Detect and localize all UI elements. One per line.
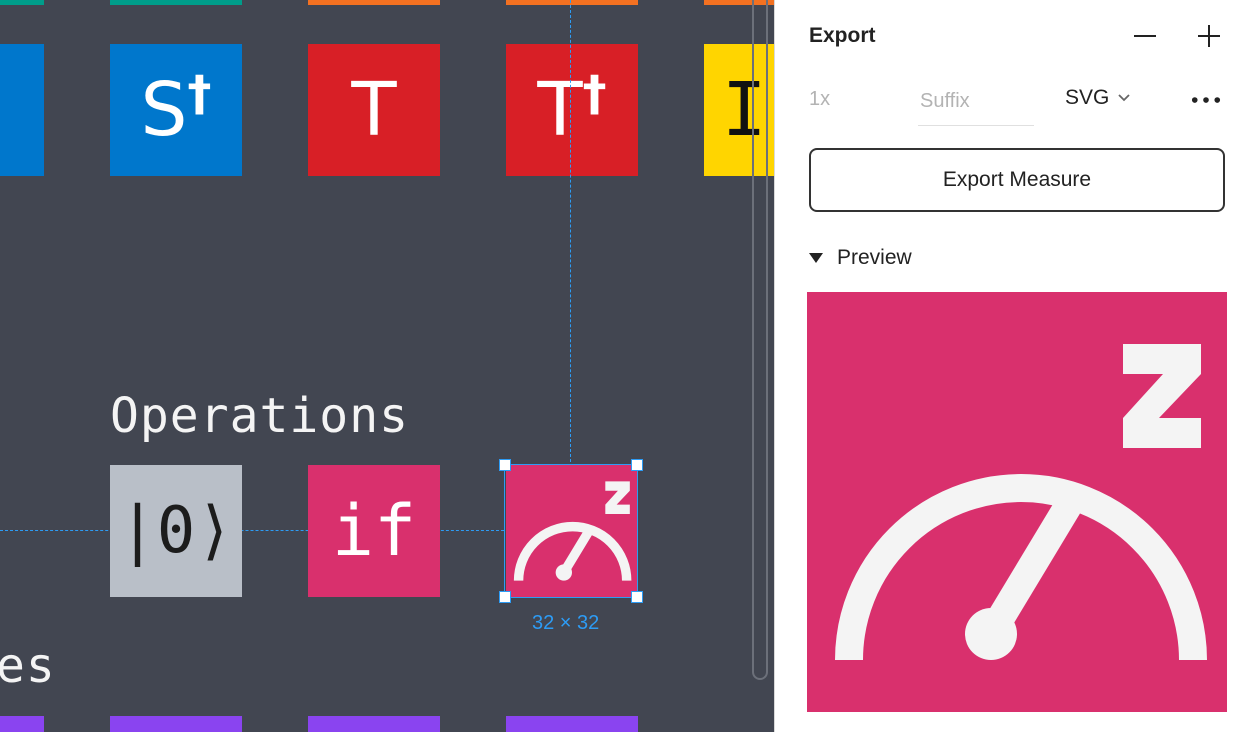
export-button[interactable]: Export Measure (809, 148, 1225, 212)
resize-handle-bottom-left[interactable] (499, 591, 511, 603)
color-strip-bottom-4 (506, 716, 638, 732)
gate-tile-t-dagger[interactable]: T † (506, 44, 638, 176)
gate-tile-s-dagger[interactable]: S † (110, 44, 242, 176)
gate-glyph: T (351, 67, 397, 153)
color-strip-4 (506, 0, 638, 5)
selection-box[interactable] (504, 464, 638, 598)
gate-tile-blue-partial[interactable] (0, 44, 44, 176)
more-horizontal-icon (1191, 97, 1221, 103)
resize-handle-top-left[interactable] (499, 459, 511, 471)
remove-export-button[interactable] (1130, 21, 1160, 51)
color-strip-2 (110, 0, 242, 5)
color-strip-3 (308, 0, 440, 5)
gate-glyph: T (537, 67, 583, 153)
add-export-button[interactable] (1194, 21, 1224, 51)
op-glyph: |0⟩ (118, 494, 234, 568)
op-tile-ket-zero[interactable]: |0⟩ (110, 465, 242, 597)
preview-label: Preview (837, 246, 912, 269)
selection-size-label: 32 × 32 (532, 612, 600, 634)
suffix-input[interactable] (918, 78, 1034, 126)
format-select[interactable]: SVG (1065, 86, 1131, 110)
export-scale-value[interactable]: 1x (809, 88, 830, 111)
export-panel-title: Export (809, 24, 876, 47)
alignment-guide-vertical (570, 0, 571, 462)
resize-handle-top-right[interactable] (631, 459, 643, 471)
gauge-sleep-icon (835, 344, 1207, 661)
gate-glyph: S (140, 67, 188, 153)
color-strip-bottom-3 (308, 716, 440, 732)
resize-handle-bottom-right[interactable] (631, 591, 643, 603)
gate-tile-t[interactable]: T (308, 44, 440, 176)
gate-superscript: † (187, 66, 212, 122)
section-title-operations: Operations (110, 388, 409, 444)
export-preview (807, 292, 1227, 712)
preview-toggle[interactable]: Preview (809, 246, 912, 270)
color-strip-bottom-2 (110, 716, 242, 732)
triangle-down-icon (809, 253, 823, 263)
op-tile-if[interactable]: if (308, 465, 440, 597)
color-strip-bottom-1 (0, 716, 44, 732)
format-value: SVG (1065, 86, 1110, 109)
more-options-button[interactable] (1191, 85, 1221, 115)
section-title-partial: es (0, 638, 56, 694)
op-glyph: if (331, 490, 417, 572)
canvas-scrollbar[interactable] (752, 0, 768, 680)
design-canvas[interactable]: S † T T † I Operations es |0⟩ if 32 × 32 (0, 0, 774, 732)
plus-icon (1198, 25, 1220, 47)
export-panel: Export 1x SVG Export Measure Preview (774, 0, 1242, 732)
color-strip-1 (0, 0, 44, 5)
chevron-down-icon (1118, 94, 1130, 102)
gate-superscript: † (582, 66, 607, 122)
minus-icon (1134, 35, 1156, 37)
